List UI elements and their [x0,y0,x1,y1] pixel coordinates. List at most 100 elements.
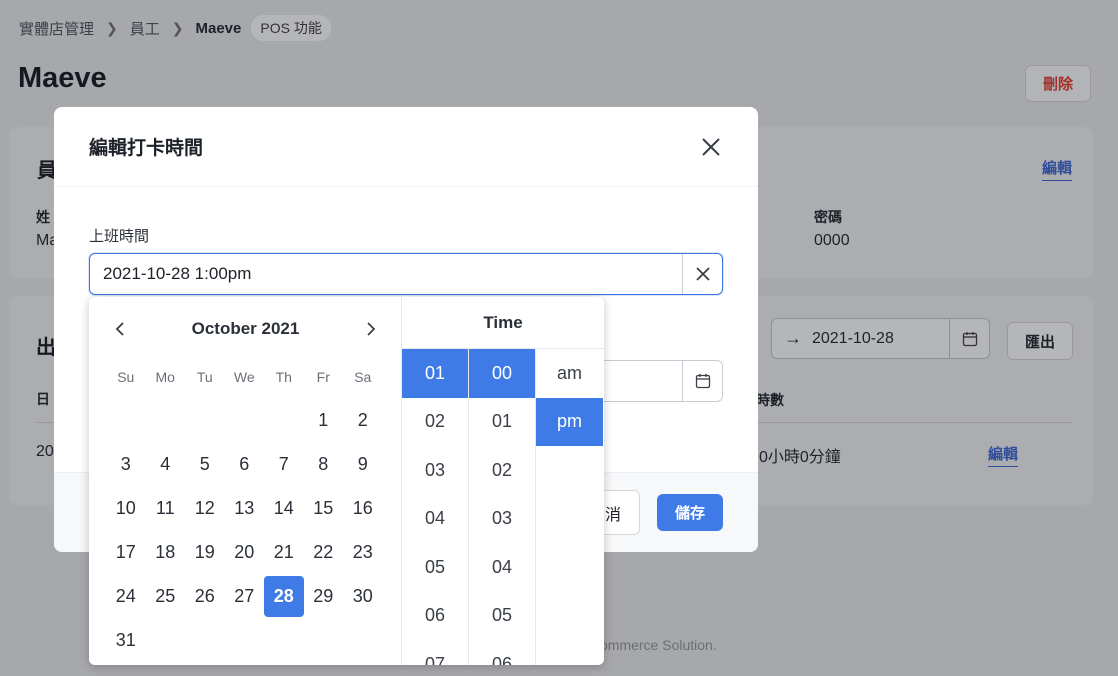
day-cell[interactable]: 31 [106,618,146,662]
minute-option[interactable]: 05 [469,592,535,641]
datetime-picker: October 2021 Su Mo Tu We Th Fr Sa 1 2 3 4 5 6 7 8 9 10 1… [89,297,604,665]
hour-column[interactable]: 01 02 03 04 05 06 07 [402,349,469,665]
hour-option-selected[interactable]: 01 [402,349,468,398]
day-cell[interactable]: 18 [146,530,186,574]
minute-option[interactable]: 03 [469,495,535,544]
day-cell[interactable]: 24 [106,574,146,618]
empty-day-cell [264,398,304,442]
day-grid: 1 2 3 4 5 6 7 8 9 10 11 12 13 14 15 16 17 18 19 20 21 22 23 24 2… [106,398,383,662]
hour-option[interactable]: 07 [402,640,468,665]
minute-option[interactable]: 06 [469,640,535,665]
day-cell[interactable]: 12 [185,486,225,530]
hour-option[interactable]: 03 [402,446,468,495]
export-button[interactable]: 匯出 [1007,322,1073,360]
weekday-row: Su Mo Tu We Th Fr Sa [106,369,383,385]
meridiem-option[interactable]: am [536,349,603,398]
calendar-icon[interactable] [682,361,722,401]
day-number: 5 [199,453,210,474]
delete-button[interactable]: 刪除 [1025,65,1091,102]
chevron-right-icon[interactable] [359,317,383,341]
day-cell[interactable]: 29 [304,574,344,618]
day-cell[interactable]: 11 [146,486,186,530]
day-cell[interactable]: 19 [185,530,225,574]
day-number: 20 [234,541,255,562]
clock-in-field[interactable] [89,253,723,295]
hour-option[interactable]: 04 [402,495,468,544]
day-cell[interactable]: 4 [146,442,186,486]
day-cell[interactable]: 27 [225,574,265,618]
hour-option[interactable]: 05 [402,543,468,592]
day-number: 11 [155,497,175,518]
day-cell[interactable]: 7 [264,442,304,486]
day-number: 21 [273,541,294,562]
day-number: 28 [264,575,304,617]
day-cell[interactable]: 17 [106,530,146,574]
minute-option[interactable]: 04 [469,543,535,592]
day-number: 27 [234,585,255,606]
empty-day-cell [185,398,225,442]
day-number: 24 [115,585,136,606]
weekday-label: Th [275,369,292,385]
day-cell[interactable]: 16 [343,486,383,530]
day-cell[interactable]: 22 [304,530,344,574]
hour-option[interactable]: 02 [402,398,468,447]
day-cell[interactable]: 13 [225,486,265,530]
month-label: October 2021 [191,319,300,338]
day-cell-selected[interactable]: 28 [264,574,304,618]
day-cell[interactable]: 30 [343,574,383,618]
day-cell[interactable]: 14 [264,486,304,530]
breadcrumb-store-management[interactable]: 實體店管理 [19,18,94,39]
edit-record-link[interactable]: 編輯 [988,443,1019,467]
minute-option[interactable]: 01 [469,398,535,447]
day-cell[interactable]: 20 [225,530,265,574]
date-range-end[interactable]: → 2021-10-28 [771,318,990,359]
day-cell[interactable]: 8 [304,442,344,486]
password-label: 密碼 [814,209,842,225]
day-number: 8 [318,453,329,474]
minute-column[interactable]: 00 01 02 03 04 05 06 [469,349,536,665]
edit-info-link[interactable]: 編輯 [1042,157,1073,181]
meridiem-option-selected[interactable]: pm [536,397,603,446]
day-cell[interactable]: 26 [185,574,225,618]
day-number: 4 [160,453,171,474]
chevron-right-icon: ❯ [106,19,118,36]
day-cell[interactable]: 2 [343,398,383,442]
day-number: 13 [234,497,255,518]
day-cell[interactable]: 9 [343,442,383,486]
save-button[interactable]: 儲存 [657,494,723,531]
day-cell[interactable]: 6 [225,442,265,486]
close-icon[interactable] [700,136,722,158]
calendar-icon[interactable] [949,319,989,358]
day-cell[interactable]: 5 [185,442,225,486]
calendar-header: October 2021 [89,317,402,341]
day-cell[interactable]: 23 [343,530,383,574]
breadcrumb-staff[interactable]: 員工 [130,18,160,39]
hour-option[interactable]: 06 [402,592,468,641]
time-header: Time [402,297,604,349]
card-heading: 出 [36,337,56,359]
page-title: Maeve [18,62,107,94]
day-number: 17 [115,541,136,562]
day-number: 3 [120,453,131,474]
day-cell[interactable]: 1 [304,398,344,442]
day-number: 30 [352,585,373,606]
hours-value: 0小時0分鐘 [759,449,841,466]
clear-icon[interactable] [682,254,722,294]
empty-day-cell [225,398,265,442]
weekday-label: Fr [316,369,330,385]
day-cell[interactable]: 21 [264,530,304,574]
minute-option[interactable]: 02 [469,446,535,495]
day-cell[interactable]: 10 [106,486,146,530]
clock-in-input[interactable] [90,254,682,294]
clock-out-field[interactable] [594,360,723,402]
minute-option-selected[interactable]: 00 [469,349,535,398]
day-number: 18 [155,541,176,562]
breadcrumb: 實體店管理 ❯ 員工 ❯ Maeve POS 功能 [19,15,331,41]
day-cell[interactable]: 3 [106,442,146,486]
day-cell[interactable]: 15 [304,486,344,530]
day-cell[interactable]: 25 [146,574,186,618]
meridiem-column[interactable]: am pm [536,349,603,665]
empty-day-cell [106,398,146,442]
chevron-left-icon[interactable] [108,317,132,341]
modal-header: 編輯打卡時間 [54,107,758,187]
